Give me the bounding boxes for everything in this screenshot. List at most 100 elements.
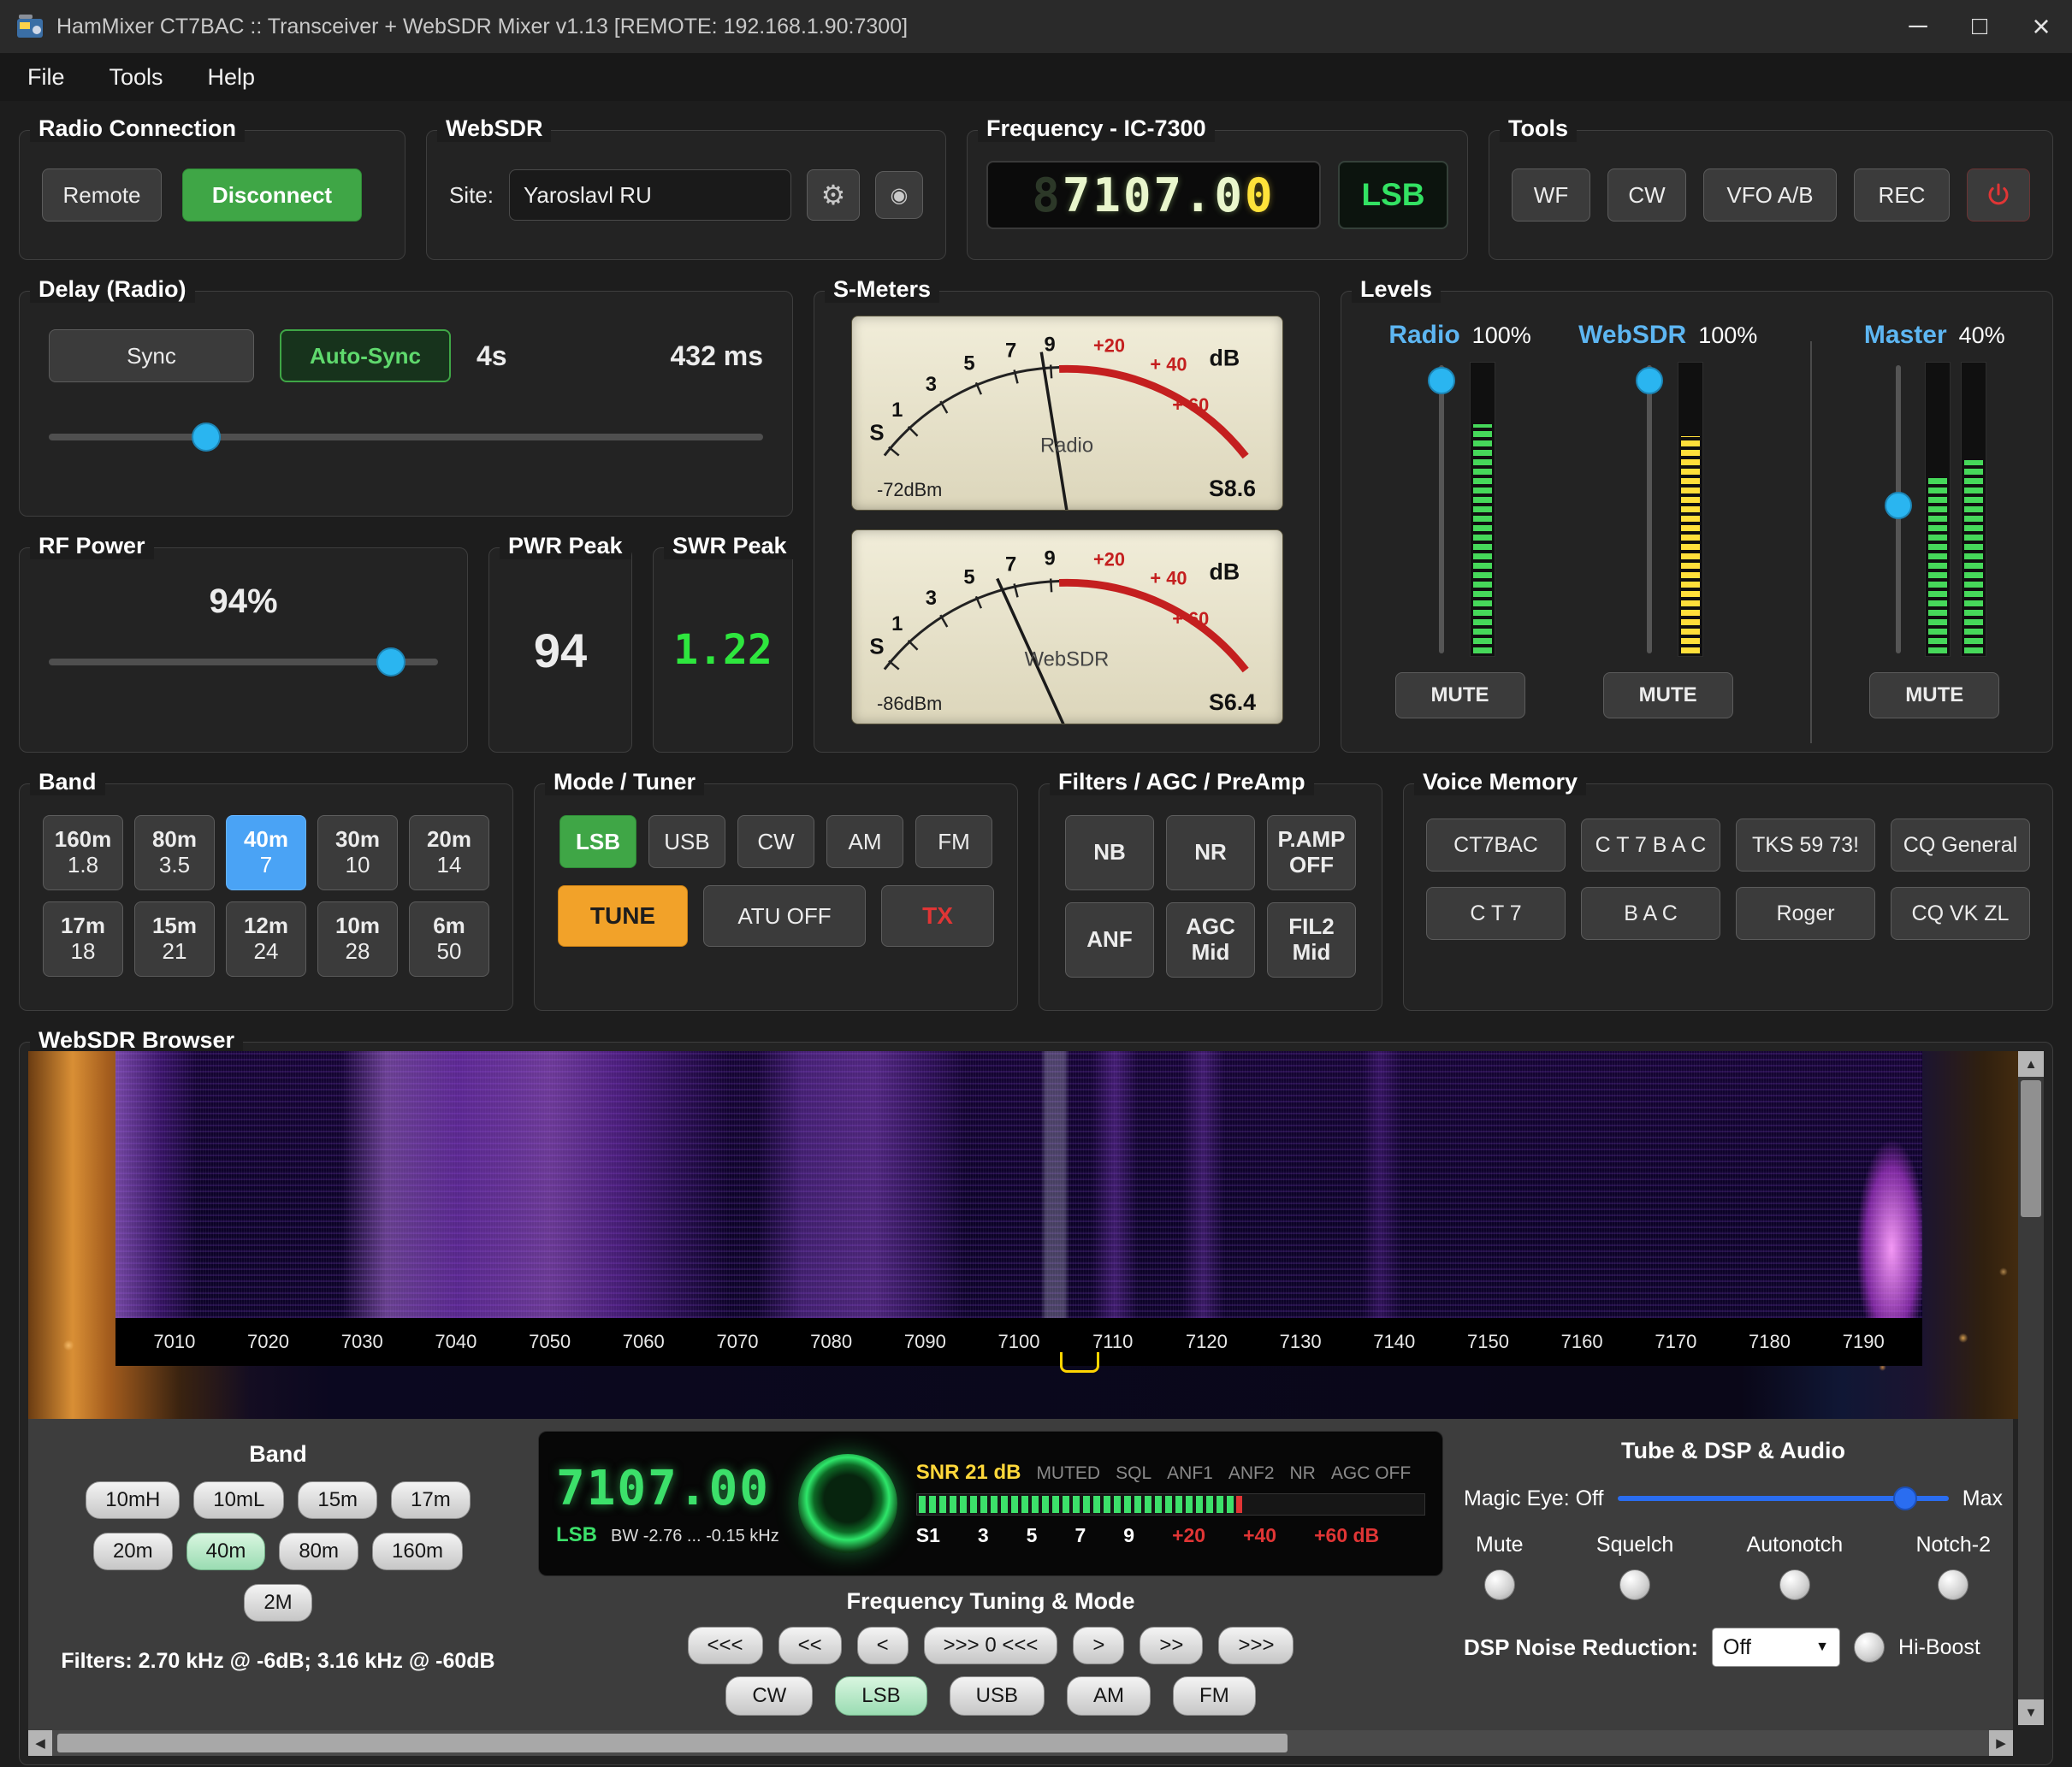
tune-down-med-button[interactable]: << xyxy=(778,1627,842,1664)
rf-power-slider-thumb[interactable] xyxy=(376,647,406,677)
tune-button[interactable]: TUNE xyxy=(558,885,688,947)
web-band-2m-button[interactable]: 2M xyxy=(244,1584,311,1622)
autonotch-toggle[interactable] xyxy=(1779,1569,1810,1600)
agc-button[interactable]: AGCMid xyxy=(1166,902,1255,978)
websdr-level-slider-track[interactable] xyxy=(1647,365,1652,653)
wf-button[interactable]: WF xyxy=(1512,168,1590,222)
master-mute-button[interactable]: MUTE xyxy=(1869,672,1999,718)
websdr-mute-button[interactable]: MUTE xyxy=(1603,672,1733,718)
minimize-button[interactable]: ─ xyxy=(1887,0,1949,53)
vertical-scrollbar-thumb[interactable] xyxy=(2021,1080,2041,1217)
rf-power-slider[interactable] xyxy=(49,647,438,677)
disconnect-button[interactable]: Disconnect xyxy=(182,168,362,222)
close-button[interactable]: × xyxy=(2010,0,2072,53)
mode-lsb-button[interactable]: LSB xyxy=(559,815,636,868)
web-band-20m-button[interactable]: 20m xyxy=(93,1533,173,1570)
mode-am-button[interactable]: AM xyxy=(826,815,903,868)
vertical-scrollbar[interactable]: ▲ ▼ xyxy=(2018,1051,2044,1725)
magic-eye-slider[interactable] xyxy=(1618,1483,1949,1514)
band-button-6m[interactable]: 6m50 xyxy=(409,901,489,977)
master-level-slider[interactable] xyxy=(1882,362,1915,657)
band-button-160m[interactable]: 160m1.8 xyxy=(43,815,123,890)
dsp-noise-reduction-select[interactable]: Off ▼ xyxy=(1712,1628,1840,1667)
radio-level-slider-thumb[interactable] xyxy=(1428,367,1455,394)
voice-memory-6-button[interactable]: B A C xyxy=(1581,887,1720,940)
nb-button[interactable]: NB xyxy=(1065,815,1154,890)
fil2-button[interactable]: FIL2Mid xyxy=(1267,902,1356,978)
sync-button[interactable]: Sync xyxy=(49,329,254,382)
anf-button[interactable]: ANF xyxy=(1065,902,1154,978)
tune-down-fast-button[interactable]: <<< xyxy=(688,1627,763,1664)
voice-memory-8-button[interactable]: CQ VK ZL xyxy=(1891,887,2030,940)
web-mode-cw-button[interactable]: CW xyxy=(725,1676,813,1716)
tune-up-slow-button[interactable]: > xyxy=(1073,1627,1124,1664)
menu-tools[interactable]: Tools xyxy=(87,64,186,91)
band-button-80m[interactable]: 80m3.5 xyxy=(134,815,215,890)
voice-memory-3-button[interactable]: TKS 59 73! xyxy=(1736,818,1875,872)
horizontal-scrollbar[interactable]: ◀ ▶ xyxy=(28,1730,2013,1756)
mode-cw-button[interactable]: CW xyxy=(737,815,814,868)
radio-level-slider-track[interactable] xyxy=(1439,365,1444,653)
band-button-20m[interactable]: 20m14 xyxy=(409,815,489,890)
web-mode-am-button[interactable]: AM xyxy=(1067,1676,1151,1716)
tune-up-fast-button[interactable]: >>> xyxy=(1218,1627,1294,1664)
voice-memory-7-button[interactable]: Roger xyxy=(1736,887,1875,940)
web-band-17m-button[interactable]: 17m xyxy=(391,1481,471,1519)
web-band-80m-button[interactable]: 80m xyxy=(279,1533,358,1570)
master-level-slider-thumb[interactable] xyxy=(1885,492,1912,519)
band-button-12m[interactable]: 12m24 xyxy=(226,901,306,977)
scan-button[interactable]: ◉ xyxy=(875,171,923,219)
cw-button[interactable]: CW xyxy=(1607,168,1686,222)
atu-off-button[interactable]: ATU OFF xyxy=(703,885,866,947)
mute-toggle[interactable] xyxy=(1484,1569,1515,1600)
scroll-up-icon[interactable]: ▲ xyxy=(2018,1051,2044,1077)
notch2-toggle[interactable] xyxy=(1938,1569,1968,1600)
passband-marker[interactable] xyxy=(1060,1352,1099,1373)
web-band-40m-button[interactable]: 40m xyxy=(186,1533,266,1570)
tuning-knob[interactable] xyxy=(798,1454,897,1553)
voice-memory-1-button[interactable]: CT7BAC xyxy=(1426,818,1566,872)
magic-eye-slider-thumb[interactable] xyxy=(1893,1486,1917,1510)
delay-slider-track[interactable] xyxy=(49,434,763,440)
menu-help[interactable]: Help xyxy=(186,64,278,91)
band-button-30m[interactable]: 30m10 xyxy=(317,815,398,890)
preamp-button[interactable]: P.AMPOFF xyxy=(1267,815,1356,890)
web-band-160m-button[interactable]: 160m xyxy=(372,1533,463,1570)
web-mode-usb-button[interactable]: USB xyxy=(950,1676,1045,1716)
power-button[interactable] xyxy=(1967,168,2030,222)
vfo-ab-button[interactable]: VFO A/B xyxy=(1703,168,1837,222)
radio-level-slider[interactable] xyxy=(1425,362,1458,657)
tune-down-slow-button[interactable]: < xyxy=(857,1627,909,1664)
band-button-10m[interactable]: 10m28 xyxy=(317,901,398,977)
scroll-down-icon[interactable]: ▼ xyxy=(2018,1699,2044,1725)
delay-slider[interactable] xyxy=(49,422,763,452)
band-button-15m[interactable]: 15m21 xyxy=(134,901,215,977)
delay-slider-thumb[interactable] xyxy=(192,423,221,452)
settings-gear-button[interactable]: ⚙ xyxy=(807,169,860,221)
voice-memory-4-button[interactable]: CQ General xyxy=(1891,818,2030,872)
menu-file[interactable]: File xyxy=(5,64,87,91)
band-button-40m[interactable]: 40m7 xyxy=(226,815,306,890)
web-mode-fm-button[interactable]: FM xyxy=(1173,1676,1256,1716)
websdr-level-slider-thumb[interactable] xyxy=(1636,367,1663,394)
websdr-level-slider[interactable] xyxy=(1633,362,1666,657)
tune-center-button[interactable]: >>> 0 <<< xyxy=(924,1627,1058,1664)
web-band-15m-button[interactable]: 15m xyxy=(298,1481,377,1519)
nr-button[interactable]: NR xyxy=(1166,815,1255,890)
mode-fm-button[interactable]: FM xyxy=(915,815,992,868)
waterfall-spectrogram[interactable] xyxy=(115,1051,1922,1318)
radio-mute-button[interactable]: MUTE xyxy=(1395,672,1525,718)
scroll-right-icon[interactable]: ▶ xyxy=(1989,1730,2013,1756)
maximize-button[interactable]: □ xyxy=(1949,0,2010,53)
auto-sync-button[interactable]: Auto-Sync xyxy=(280,329,451,382)
squelch-toggle[interactable] xyxy=(1619,1569,1650,1600)
hi-boost-toggle[interactable] xyxy=(1854,1632,1885,1663)
rec-button[interactable]: REC xyxy=(1854,168,1950,222)
band-button-17m[interactable]: 17m18 xyxy=(43,901,123,977)
tune-up-med-button[interactable]: >> xyxy=(1140,1627,1203,1664)
web-band-10mh-button[interactable]: 10mH xyxy=(86,1481,180,1519)
mode-usb-button[interactable]: USB xyxy=(648,815,725,868)
voice-memory-5-button[interactable]: C T 7 xyxy=(1426,887,1566,940)
site-input[interactable] xyxy=(509,169,791,221)
voice-memory-2-button[interactable]: C T 7 B A C xyxy=(1581,818,1720,872)
